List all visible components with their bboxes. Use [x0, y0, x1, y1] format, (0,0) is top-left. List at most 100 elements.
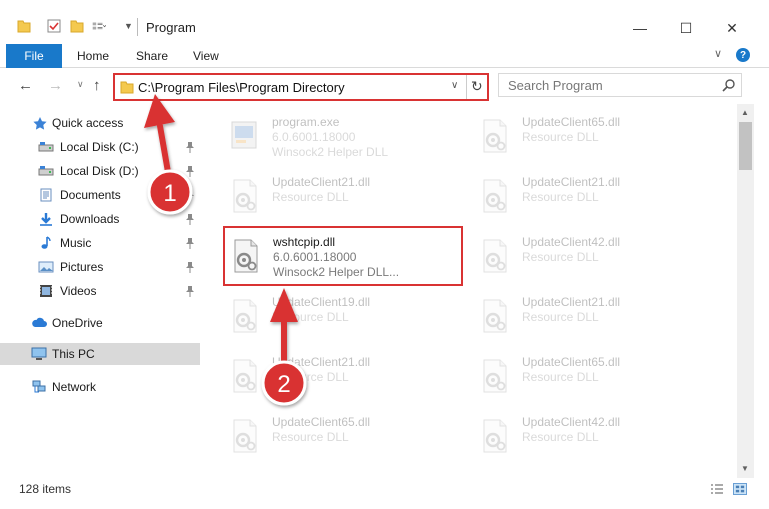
- tab-file[interactable]: File: [6, 44, 62, 68]
- file-list: program.exe 6.0.6001.18000 Winsock2 Helper…: [200, 104, 737, 474]
- pin-icon[interactable]: [185, 261, 195, 273]
- file-name: wshtcpip.dll: [273, 235, 336, 249]
- ribbon-tabs: File Home Share View ∨ ?: [0, 44, 769, 68]
- dll-icon: [228, 178, 262, 214]
- file-name: UpdateClient42.dll: [522, 415, 621, 429]
- file-tile[interactable]: UpdateClient21.dll Resource DLL: [224, 348, 464, 404]
- file-tile[interactable]: UpdateClient21.dll Resource DLL: [474, 168, 714, 224]
- file-tile[interactable]: [474, 468, 714, 474]
- file-tile[interactable]: program.exe 6.0.6001.18000 Winsock2 Helper…: [224, 108, 464, 164]
- file-name: UpdateClient21.dll: [522, 295, 621, 309]
- dll-icon: [478, 358, 512, 394]
- file-description: Resource DLL: [522, 430, 599, 444]
- dll-icon: [478, 298, 512, 334]
- pin-icon[interactable]: [185, 165, 195, 177]
- file-version: 6.0.6001.18000: [273, 250, 357, 264]
- pictures-icon: [38, 260, 54, 274]
- tab-home[interactable]: Home: [77, 49, 109, 63]
- quick-access-dropdown-icon[interactable]: ▼: [124, 21, 133, 31]
- sidebar-item-music[interactable]: Music: [0, 232, 200, 254]
- title-bar: ▼ Program — ☐ ✕: [0, 0, 769, 44]
- file-tile[interactable]: UpdateClient65.dll Resource DLL: [474, 348, 714, 404]
- scroll-thumb[interactable]: [739, 122, 752, 170]
- up-arrow-icon[interactable]: ↑: [93, 77, 101, 94]
- address-path[interactable]: C:\Program Files\Program Directory: [138, 80, 345, 95]
- address-dropdown-icon[interactable]: ∨: [451, 80, 458, 91]
- file-tile[interactable]: UpdateClient21.dll Resource DLL: [474, 288, 714, 344]
- star-icon: [32, 116, 48, 130]
- file-tile[interactable]: UpdateClient19.dll Resource DLL: [224, 288, 464, 344]
- close-button[interactable]: ✕: [710, 14, 754, 42]
- sidebar-item-pictures[interactable]: Pictures: [0, 256, 200, 278]
- sidebar-item-quick-access[interactable]: Quick access: [0, 112, 200, 134]
- file-name: UpdateClient42.dll: [522, 235, 621, 249]
- file-tile[interactable]: UpdateClient42.dll Resource DLL: [474, 408, 714, 464]
- tiles-view-icon[interactable]: [733, 483, 747, 495]
- sidebar-item-videos[interactable]: Videos: [0, 280, 200, 302]
- pin-icon[interactable]: [185, 141, 195, 153]
- videos-icon: [38, 284, 54, 298]
- view-options-icon[interactable]: [92, 19, 106, 33]
- sidebar-item-downloads[interactable]: Downloads: [0, 208, 200, 230]
- file-description: Winsock2 Helper DLL...: [273, 265, 400, 279]
- pin-icon[interactable]: [185, 237, 195, 249]
- sidebar-item-label: Pictures: [60, 260, 104, 274]
- sidebar-item-local-disk-c[interactable]: Local Disk (C:): [0, 136, 200, 158]
- sidebar-item-onedrive[interactable]: OneDrive: [0, 312, 200, 334]
- tab-view[interactable]: View: [193, 49, 219, 63]
- scroll-up-icon[interactable]: ▲: [741, 108, 749, 117]
- sidebar-item-this-pc[interactable]: This PC: [0, 343, 200, 365]
- sidebar-item-label: Downloads: [60, 212, 120, 226]
- sidebar-item-local-disk-d[interactable]: Local Disk (D:): [0, 160, 200, 182]
- search-icon[interactable]: [722, 78, 736, 92]
- file-name: UpdateClient19.dll: [272, 295, 371, 309]
- drive-icon: [38, 140, 54, 154]
- back-arrow-icon[interactable]: ←: [18, 77, 33, 94]
- file-tile[interactable]: UpdateClient65.dll Resource DLL: [474, 108, 714, 164]
- navigation-pane: Quick access Local Disk (C:) Local Disk (D…: [0, 104, 200, 474]
- new-folder-icon[interactable]: [70, 19, 84, 33]
- file-version: 6.0.6001.18000: [272, 130, 356, 144]
- file-tile[interactable]: UpdateClient21.dll Resource DLL: [224, 168, 464, 224]
- file-tile[interactable]: UpdateClient42.dll Resource DLL: [474, 228, 714, 284]
- file-name: UpdateClient21.dll: [272, 175, 371, 189]
- search-input[interactable]: [499, 74, 719, 96]
- pin-icon[interactable]: [185, 213, 195, 225]
- pin-icon[interactable]: [185, 189, 195, 201]
- download-icon: [38, 212, 54, 226]
- search-box[interactable]: [498, 73, 742, 97]
- folder-icon: [120, 81, 134, 94]
- drive-icon: [38, 164, 54, 178]
- scroll-down-icon[interactable]: ▼: [741, 464, 749, 473]
- cloud-icon: [31, 316, 47, 330]
- file-tile[interactable]: wshtcpip.dll 6.0.6001.18000 Winsock2 Helpe…: [223, 226, 463, 286]
- vertical-scrollbar[interactable]: ▲ ▼: [737, 104, 754, 478]
- sidebar-item-label: Documents: [60, 188, 121, 202]
- file-tile[interactable]: [224, 468, 464, 474]
- file-name: UpdateClient65.dll: [272, 415, 371, 429]
- sidebar-item-label: Videos: [60, 284, 97, 298]
- status-bar: 128 items: [0, 478, 769, 509]
- file-name: UpdateClient21.dll: [272, 355, 371, 369]
- file-name: UpdateClient65.dll: [522, 355, 621, 369]
- forward-arrow-icon[interactable]: →: [48, 77, 63, 94]
- pin-icon[interactable]: [185, 285, 195, 297]
- folder-icon: [17, 20, 31, 33]
- sidebar-item-documents[interactable]: Documents: [0, 184, 200, 206]
- sidebar-item-network[interactable]: Network: [0, 376, 200, 398]
- help-icon[interactable]: ?: [736, 48, 750, 62]
- file-description: Resource DLL: [522, 130, 599, 144]
- minimize-button[interactable]: —: [618, 14, 662, 42]
- dll-icon: [478, 418, 512, 454]
- maximize-button[interactable]: ☐: [664, 14, 708, 42]
- details-view-icon[interactable]: [710, 483, 724, 495]
- tab-share[interactable]: Share: [136, 49, 168, 63]
- recent-locations-chevron-icon[interactable]: ∨: [77, 79, 84, 90]
- refresh-icon[interactable]: ↻: [471, 78, 483, 95]
- properties-icon[interactable]: [47, 19, 61, 33]
- file-tile[interactable]: UpdateClient65.dll Resource DLL: [224, 408, 464, 464]
- expand-ribbon-chevron-icon[interactable]: ∨: [714, 47, 722, 60]
- dll-icon: [228, 298, 262, 334]
- navigation-bar: ← → ∨ ↑ C:\Program Files\Program Directo…: [0, 68, 769, 104]
- address-bar[interactable]: C:\Program Files\Program Directory ∨ ↻: [113, 73, 489, 101]
